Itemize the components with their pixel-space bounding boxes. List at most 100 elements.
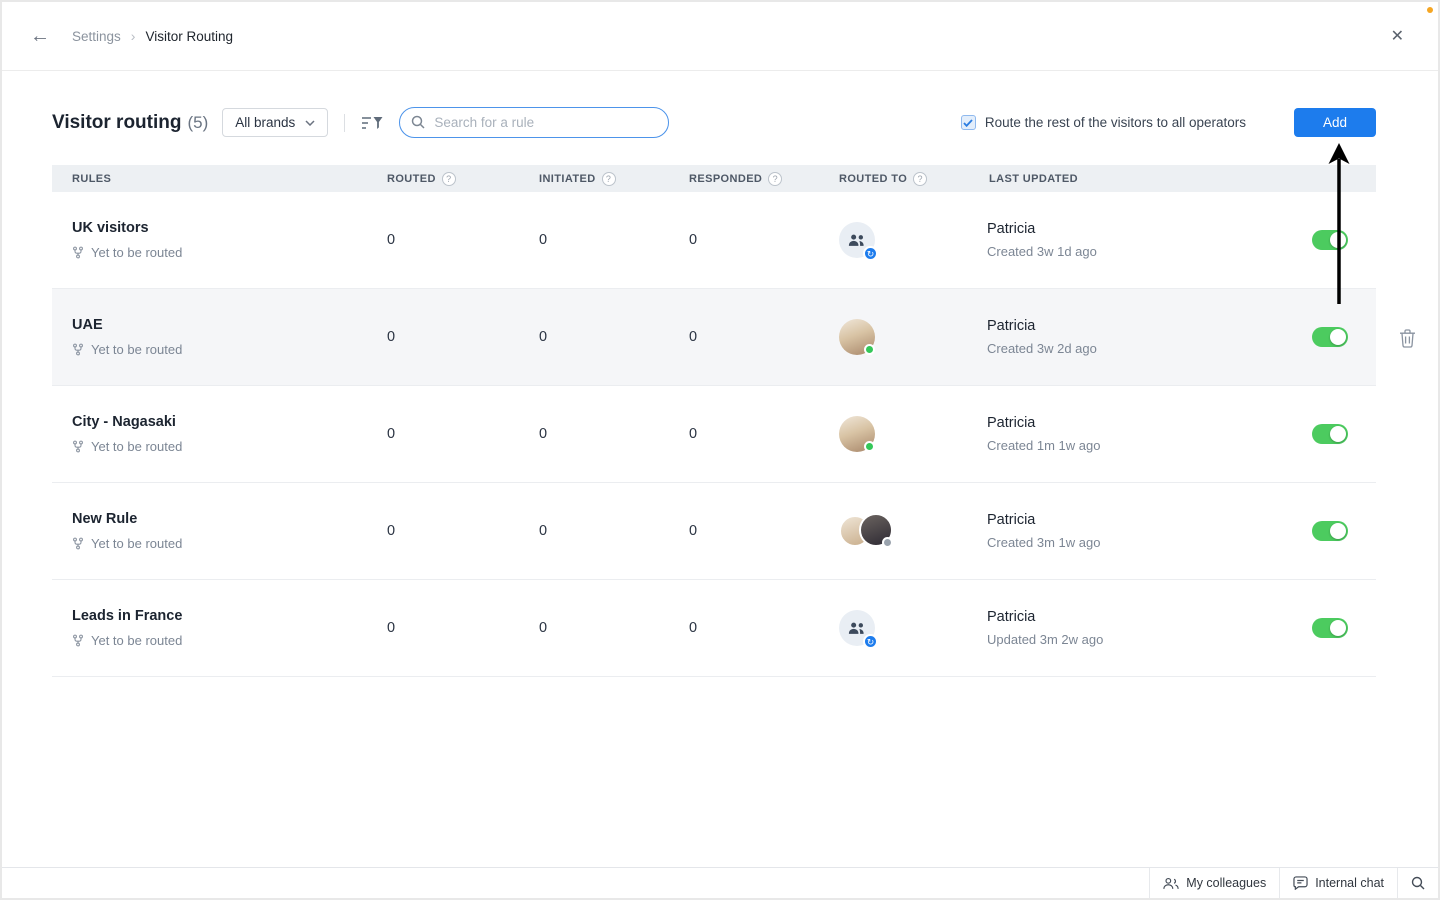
search-icon	[1411, 876, 1425, 890]
rule-status: Yet to be routed	[72, 439, 385, 454]
rule-cell: UAE Yet to be routed	[52, 317, 385, 357]
notification-dot	[1427, 7, 1433, 13]
brand-filter-dropdown[interactable]: All brands	[222, 108, 328, 137]
rule-name: City - Nagasaki	[72, 414, 385, 430]
rule-cell: Leads in France Yet to be routed	[52, 608, 385, 648]
online-status-dot	[864, 344, 875, 355]
routed-count: 0	[385, 329, 537, 345]
column-header-initiated: INITIATED	[537, 172, 687, 186]
routing-branch-icon	[72, 246, 84, 259]
group-icon	[847, 230, 867, 250]
table-row[interactable]: City - Nagasaki Yet to be routed 0 0 0	[52, 386, 1376, 483]
rule-status-text: Yet to be routed	[91, 633, 182, 648]
rule-enabled-toggle[interactable]	[1312, 327, 1348, 347]
routing-branch-icon	[72, 537, 84, 550]
routed-count: 0	[385, 523, 537, 539]
close-icon[interactable]: ✕	[1391, 26, 1404, 46]
rule-enabled-toggle[interactable]	[1312, 521, 1348, 541]
table-row[interactable]: UK visitors Yet to be routed 0 0 0 ↻	[52, 192, 1376, 289]
rule-cell: New Rule Yet to be routed	[52, 511, 385, 551]
delete-rule-button[interactable]	[1399, 329, 1416, 353]
search-input[interactable]	[399, 107, 669, 138]
toolbar-divider	[344, 114, 345, 132]
updated-at: Updated 3m 2w ago	[987, 632, 1284, 647]
add-rule-button[interactable]: Add	[1294, 108, 1376, 137]
back-arrow-icon[interactable]: ←	[30, 26, 50, 46]
last-updated-cell: Patricia Created 3w 1d ago	[987, 221, 1284, 259]
filter-rules-button[interactable]	[361, 115, 383, 131]
route-rest-checkbox[interactable]	[961, 115, 976, 130]
updated-at: Created 3w 1d ago	[987, 244, 1284, 259]
table-row[interactable]: UAE Yet to be routed 0 0 0 Patricia	[52, 289, 1376, 386]
search-container	[399, 107, 669, 138]
rule-status: Yet to be routed	[72, 536, 385, 551]
responded-count: 0	[687, 329, 837, 345]
colleagues-icon	[1163, 877, 1179, 890]
routing-branch-icon	[72, 343, 84, 356]
column-header-routed-to: ROUTED TO	[837, 172, 987, 186]
internal-chat-label: Internal chat	[1315, 876, 1384, 890]
breadcrumb-settings[interactable]: Settings	[72, 29, 121, 44]
rule-cell: UK visitors Yet to be routed	[52, 220, 385, 260]
last-updated-cell: Patricia Updated 3m 2w ago	[987, 609, 1284, 647]
breadcrumb-current: Visitor Routing	[145, 29, 233, 44]
rule-enabled-toggle[interactable]	[1312, 618, 1348, 638]
rule-status-text: Yet to be routed	[91, 342, 182, 357]
routed-to-cell	[837, 416, 987, 452]
rule-count: (5)	[187, 113, 208, 133]
filter-icon	[361, 115, 383, 131]
updated-by: Patricia	[987, 512, 1284, 528]
route-rest-label: Route the rest of the visitors to all op…	[985, 115, 1246, 130]
rule-name: Leads in France	[72, 608, 385, 624]
visitor-routing-window: ← Settings › Visitor Routing ✕ Visitor r…	[0, 0, 1440, 900]
help-icon[interactable]	[602, 172, 616, 186]
updated-by: Patricia	[987, 609, 1284, 625]
breadcrumb: Settings › Visitor Routing	[72, 28, 233, 44]
column-header-last-updated: LAST UPDATED	[987, 173, 1284, 185]
table-header-row: RULES ROUTED INITIATED RESPONDED ROUTED …	[52, 165, 1376, 192]
toolbar-right: Route the rest of the visitors to all op…	[961, 108, 1376, 137]
online-status-dot	[864, 441, 875, 452]
routing-branch-icon	[72, 440, 84, 453]
responded-count: 0	[687, 620, 837, 636]
routing-branch-icon	[72, 634, 84, 647]
last-updated-cell: Patricia Created 3m 1w ago	[987, 512, 1284, 550]
away-status-dot	[882, 537, 893, 548]
main-content: Visitor routing (5) All brands R	[2, 71, 1438, 867]
routed-count: 0	[385, 620, 537, 636]
updated-at: Created 3m 1w ago	[987, 535, 1284, 550]
rule-status-text: Yet to be routed	[91, 439, 182, 454]
internal-chat-button[interactable]: Internal chat	[1279, 868, 1397, 898]
chat-icon	[1293, 876, 1308, 890]
topbar: ← Settings › Visitor Routing ✕	[2, 2, 1438, 71]
my-colleagues-button[interactable]: My colleagues	[1149, 868, 1279, 898]
updated-at: Created 3w 2d ago	[987, 341, 1284, 356]
breadcrumb-separator-icon: ›	[131, 28, 136, 44]
table-row[interactable]: New Rule Yet to be routed 0 0 0	[52, 483, 1376, 580]
initiated-count: 0	[537, 329, 687, 345]
updated-at: Created 1m 1w ago	[987, 438, 1284, 453]
last-updated-cell: Patricia Created 3w 2d ago	[987, 318, 1284, 356]
operator-avatar	[839, 319, 875, 355]
routed-to-cell: ↻	[837, 610, 987, 646]
rule-status: Yet to be routed	[72, 633, 385, 648]
rule-enabled-toggle[interactable]	[1312, 230, 1348, 250]
help-icon[interactable]	[913, 172, 927, 186]
my-colleagues-label: My colleagues	[1186, 876, 1266, 890]
footer-search-button[interactable]	[1397, 868, 1438, 898]
search-icon	[411, 115, 425, 134]
help-icon[interactable]	[768, 172, 782, 186]
rule-status-text: Yet to be routed	[91, 245, 182, 260]
rule-name: UK visitors	[72, 220, 385, 236]
chevron-down-icon	[305, 120, 315, 126]
rule-status-text: Yet to be routed	[91, 536, 182, 551]
help-icon[interactable]	[442, 172, 456, 186]
table-row[interactable]: Leads in France Yet to be routed 0 0 0 ↻	[52, 580, 1376, 677]
sync-badge-icon: ↻	[863, 246, 878, 261]
operator-group-avatar: ↻	[839, 610, 875, 646]
rule-enabled-toggle[interactable]	[1312, 424, 1348, 444]
routed-count: 0	[385, 232, 537, 248]
trash-icon	[1399, 329, 1416, 348]
page-title: Visitor routing	[52, 112, 181, 134]
brand-filter-label: All brands	[235, 115, 295, 130]
